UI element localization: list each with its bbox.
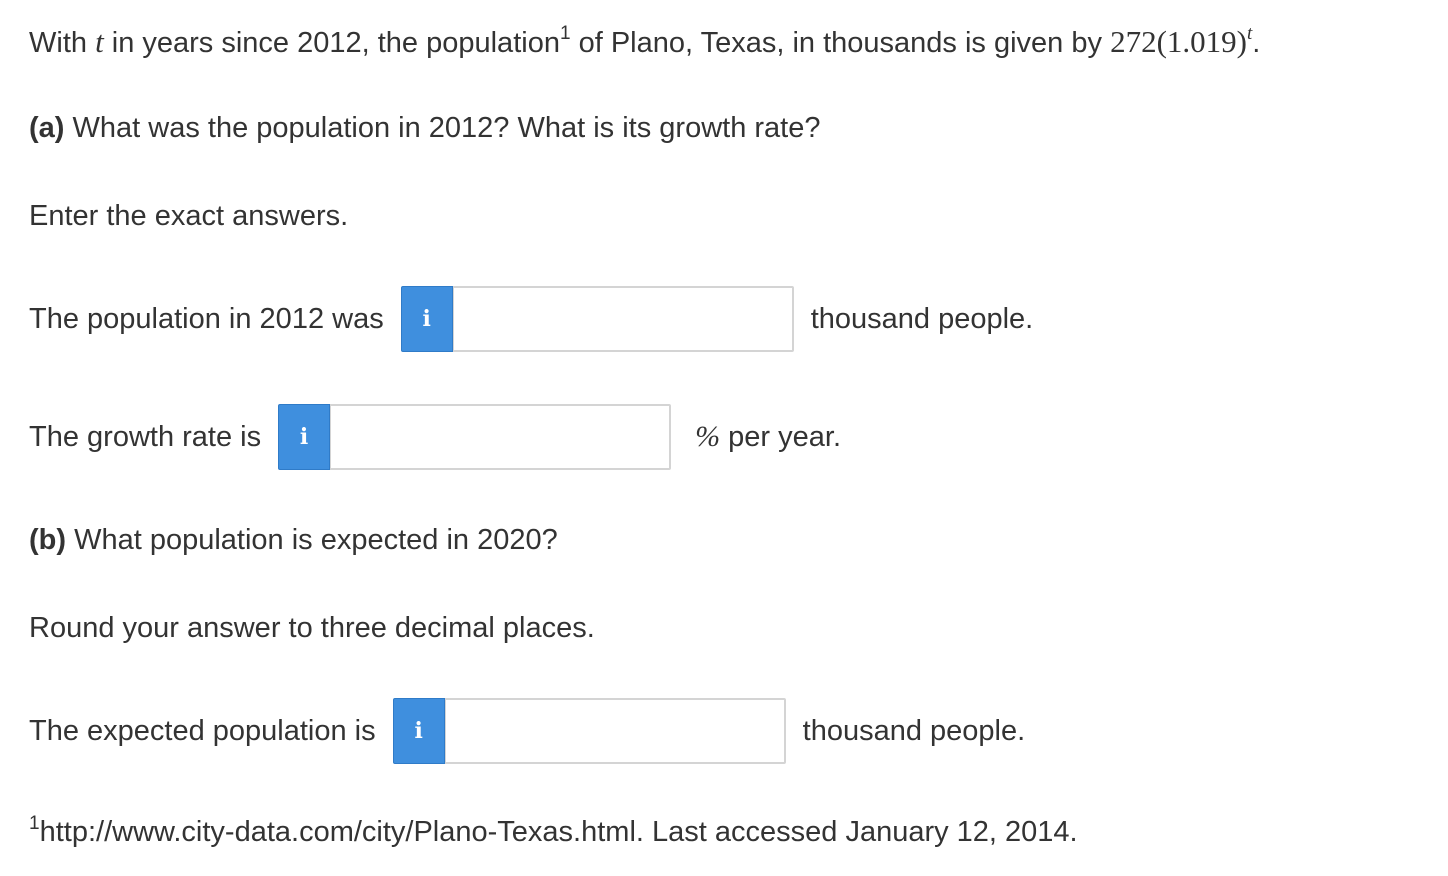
info-icon[interactable]: i — [400, 286, 453, 352]
info-glyph: i — [414, 718, 423, 744]
population-2012-unit: thousand people. — [810, 302, 1034, 335]
expected-population-unit: thousand people. — [802, 714, 1026, 747]
part-b-instruction: Round your answer to three decimal place… — [29, 612, 595, 644]
formula: 272(1.019)t — [1110, 24, 1252, 59]
info-icon[interactable]: i — [392, 698, 445, 764]
info-glyph: i — [299, 424, 309, 450]
growth-rate-label: The growth rate is — [29, 420, 262, 453]
population-2012-label: The population in 2012 was — [29, 302, 384, 335]
problem-intro: With t in years since 2012, the populati… — [29, 23, 1261, 59]
intro-period: . — [1252, 27, 1261, 59]
intro-text-2: of Plano, Texas, in thousands is given b… — [578, 27, 1102, 59]
part-b-question: (b) What population is expected in 2020? — [29, 526, 558, 555]
part-a-instruction: Enter the exact answers. — [29, 200, 349, 232]
footnote-marker: 1 — [559, 23, 571, 44]
part-a-label: (a) — [29, 112, 65, 144]
variable-t: t — [95, 24, 104, 59]
population-2012-row: The population in 2012 was i thousand pe… — [29, 286, 1033, 352]
growth-rate-row: The growth rate is i % per year. — [29, 404, 841, 470]
part-b-label: (b) — [29, 524, 67, 556]
per-year-text: per year. — [728, 421, 842, 453]
population-2012-input[interactable] — [452, 286, 794, 352]
percent-symbol: % — [695, 420, 721, 453]
part-a-question: (a) What was the population in 2012? Wha… — [29, 114, 820, 143]
growth-rate-input[interactable] — [330, 404, 672, 470]
expected-population-row: The expected population is i thousand pe… — [29, 698, 1025, 764]
expected-population-label: The expected population is — [29, 714, 376, 747]
footnote-mark: 1 — [29, 813, 40, 834]
part-a-text: What was the population in 2012? What is… — [72, 112, 821, 144]
info-glyph: i — [422, 306, 431, 332]
growth-rate-unit: % per year. — [695, 420, 841, 454]
part-b-text: What population is expected in 2020? — [74, 524, 558, 556]
intro-prefix: With — [29, 27, 87, 59]
expected-population-input[interactable] — [444, 698, 786, 764]
formula-base: 272(1.019) — [1110, 24, 1247, 59]
footnote: 1http://www.city-data.com/city/Plano-Tex… — [29, 814, 1078, 848]
intro-text: in years since 2012, the population — [111, 27, 560, 59]
info-icon[interactable]: i — [278, 404, 331, 470]
footnote-text: http://www.city-data.com/city/Plano-Texa… — [39, 816, 1078, 848]
